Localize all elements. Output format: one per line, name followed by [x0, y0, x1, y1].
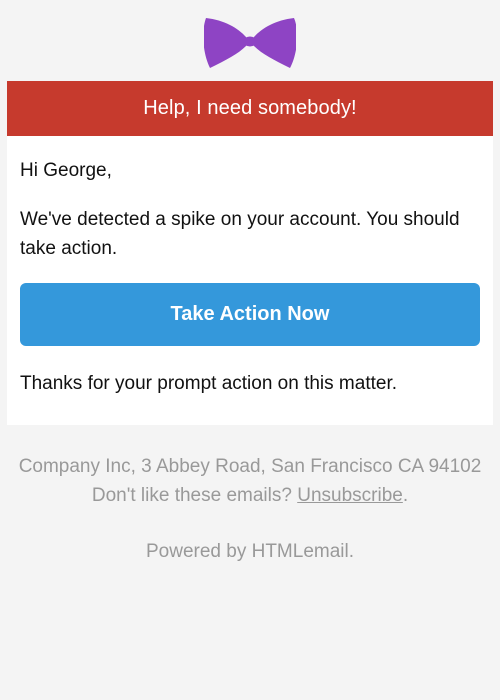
bowtie-icon	[204, 18, 296, 68]
powered-prefix: Powered by	[145, 541, 252, 562]
email-footer: Company Inc, 3 Abbey Road, San Francisco…	[10, 452, 490, 566]
email-card: Help, I need somebody! Hi George, We've …	[7, 81, 493, 425]
unsubscribe-link[interactable]: Unsubscribe	[297, 485, 403, 506]
company-address: Company Inc, 3 Abbey Road, San Francisco…	[18, 456, 482, 477]
take-action-button[interactable]: Take Action Now	[20, 283, 480, 346]
powered-brand-link[interactable]: HTMLemail	[252, 541, 349, 562]
closing-text: Thanks for your prompt action on this ma…	[20, 373, 398, 394]
unsubscribe-line: Don't like these emails? Unsubscribe.	[10, 481, 490, 510]
powered-suffix: .	[348, 541, 355, 562]
email-page: Help, I need somebody! Hi George, We've …	[0, 0, 500, 700]
greeting-text: Hi George,	[20, 160, 112, 181]
unsubscribe-suffix: .	[402, 485, 409, 506]
unsubscribe-prefix: Don't like these emails?	[91, 485, 292, 506]
alert-banner: Help, I need somebody!	[7, 81, 493, 136]
email-content: Hi George, We've detected a spike on you…	[7, 136, 493, 398]
powered-by-text: Powered by HTMLemail.	[10, 537, 490, 566]
alert-message: We've detected a spike on your account. …	[20, 209, 460, 259]
